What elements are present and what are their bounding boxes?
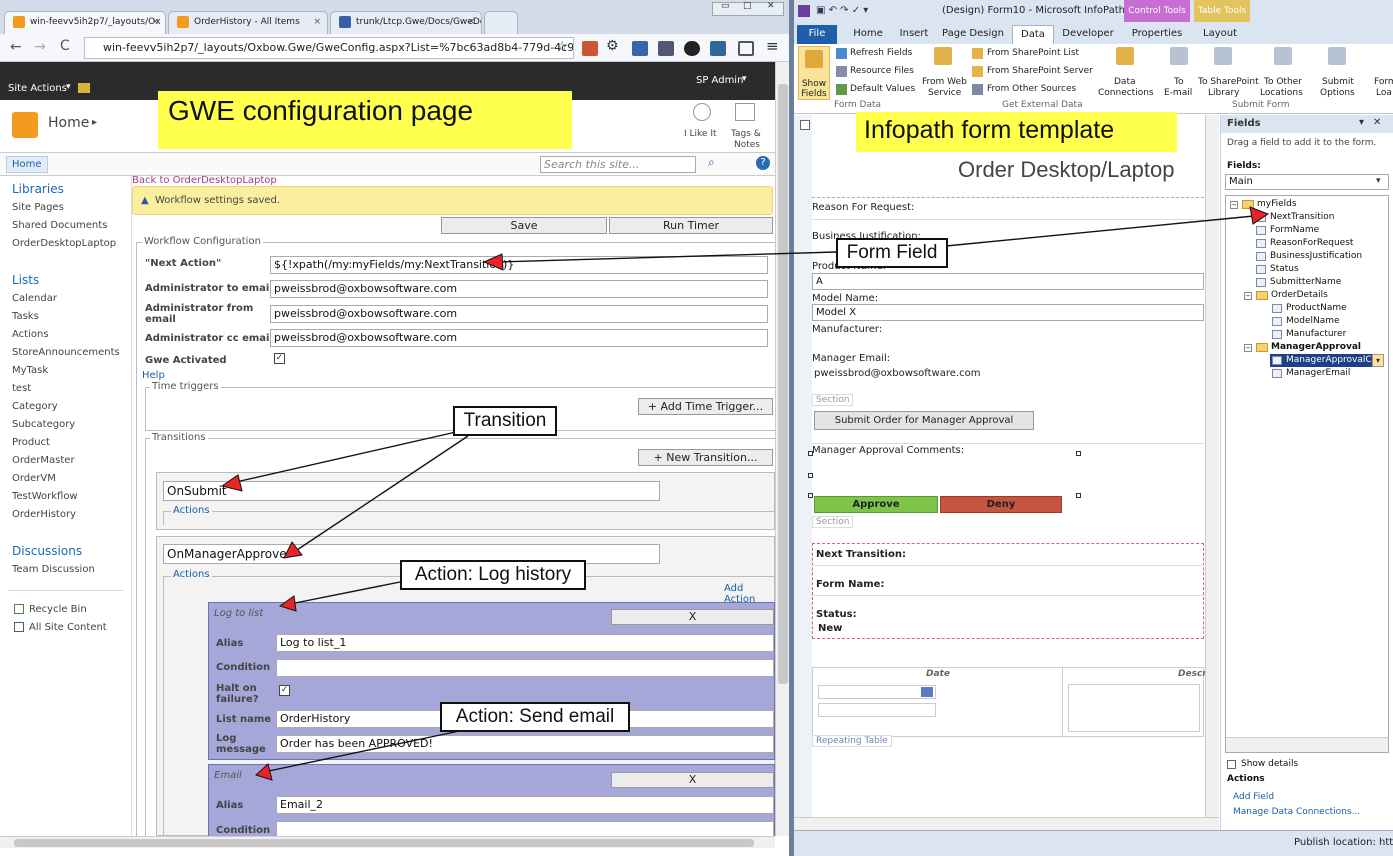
callout-transition: Transition (453, 406, 557, 436)
arrow-line (293, 435, 469, 553)
callout-send-email: Action: Send email (440, 702, 630, 732)
arrow-line (263, 729, 465, 773)
arrow-line (235, 431, 457, 483)
callout-form-field: Form Field (836, 238, 948, 268)
arrow-line (289, 581, 401, 605)
arrow-line (945, 215, 1255, 247)
arrow-head (255, 763, 273, 781)
arrow-head (278, 595, 297, 612)
arrow-head (1249, 206, 1270, 225)
callout-log-history: Action: Log history (400, 560, 586, 590)
arrow-head (283, 541, 303, 559)
arrow-line (497, 251, 837, 263)
arrow-head (220, 474, 243, 492)
annotation-arrows (220, 206, 1270, 781)
arrow-head (482, 253, 504, 271)
